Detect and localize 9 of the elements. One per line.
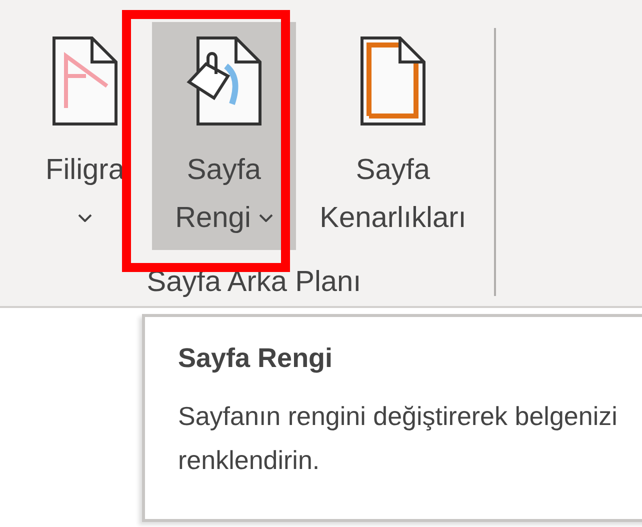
group-label: Sayfa Arka Planı [146,266,362,299]
ribbon-button[interactable]: Sayfa Kenarlıkları [304,22,482,250]
page-border-icon [360,36,426,126]
page-letter-icon [52,36,118,126]
ribbon-button[interactable]: Filigra [26,22,144,250]
tooltip-title: Sayfa Rengi [178,343,334,374]
paint-bucket-page-icon [186,36,262,126]
tooltip-description: Sayfanın rengini değiştirerek belgenizi renklendirin. [178,400,618,477]
ribbon-button[interactable]: Sayfa Rengi [152,22,296,250]
